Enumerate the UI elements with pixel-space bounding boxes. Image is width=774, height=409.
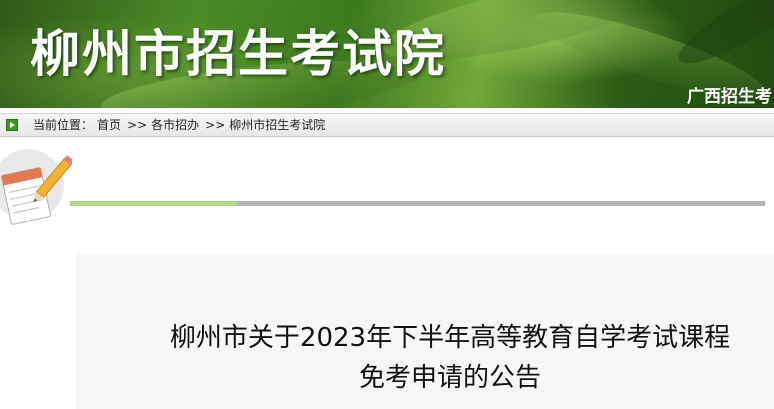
breadcrumb-prefix: 当前位置： <box>33 118 94 132</box>
breadcrumb-separator: >> <box>205 118 226 132</box>
breadcrumb-home-link[interactable]: 首页 <box>97 118 121 132</box>
article-panel: 柳州市关于2023年下半年高等教育自学考试课程 免考申请的公告 <box>76 254 774 409</box>
article-title-line: 免考申请的公告 <box>358 363 541 393</box>
section-divider-highlight <box>70 201 237 206</box>
breadcrumb: 当前位置： 首页 >> 各市招办 >> 柳州市招生考试院 <box>0 113 774 137</box>
breadcrumb-liuzhou-link[interactable]: 柳州市招生考试院 <box>229 118 325 132</box>
article-title-line: 柳州市关于2023年下半年高等教育自学考试课程 <box>169 323 731 353</box>
green-arrow-icon <box>6 119 18 131</box>
section-divider-bar <box>70 201 765 206</box>
article-title: 柳州市关于2023年下半年高等教育自学考试课程 免考申请的公告 <box>76 318 774 398</box>
breadcrumb-city-offices-link[interactable]: 各市招办 <box>151 118 199 132</box>
site-header-banner: 柳州市招生考试院 广西招生考 <box>0 0 774 108</box>
notepad-pencil-icon <box>0 149 72 225</box>
breadcrumb-separator: >> <box>127 118 148 132</box>
site-subtitle: 广西招生考 <box>687 87 772 107</box>
site-title: 柳州市招生考试院 <box>30 25 446 83</box>
